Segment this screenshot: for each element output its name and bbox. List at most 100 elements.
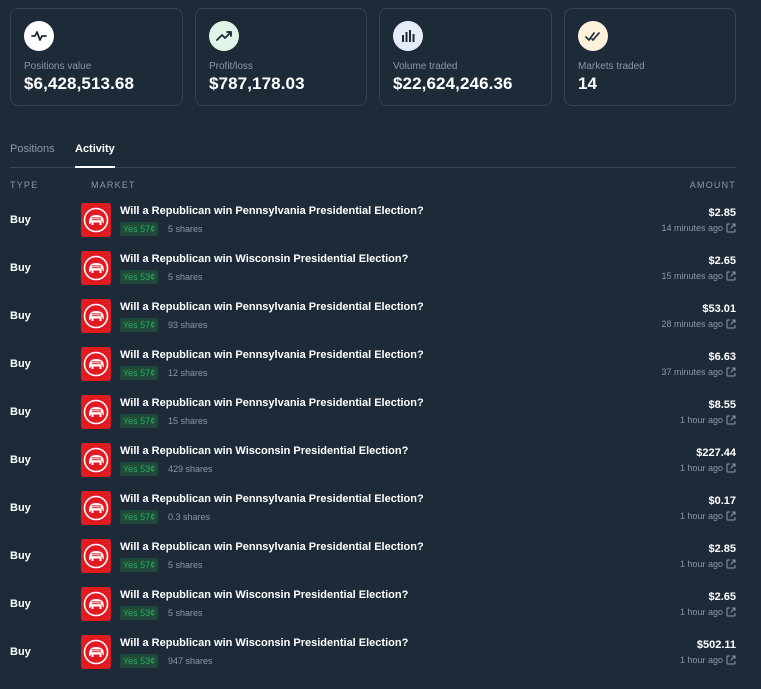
outcome-badge: Yes 57¢ <box>120 318 159 332</box>
outcome-badge: Yes 57¢ <box>120 366 159 380</box>
market-title[interactable]: Will a Republican win Wisconsin Presiden… <box>120 253 408 265</box>
outcome-badge: Yes 57¢ <box>120 414 159 428</box>
outcome-badge: Yes 57¢ <box>120 558 159 572</box>
trade-time[interactable]: 1 hour ago <box>680 655 736 665</box>
external-link-icon[interactable] <box>726 271 736 281</box>
market-title[interactable]: Will a Republican win Pennsylvania Presi… <box>120 205 424 217</box>
trade-time[interactable]: 1 hour ago <box>680 463 736 473</box>
external-link-icon[interactable] <box>726 223 736 233</box>
market-title[interactable]: Will a Republican win Pennsylvania Presi… <box>120 397 424 409</box>
external-link-icon[interactable] <box>726 655 736 665</box>
bar-chart-icon <box>393 21 423 51</box>
republican-elephant-icon[interactable] <box>81 491 111 525</box>
table-row[interactable]: Buy Will a Republican win Pennsylvania P… <box>10 344 736 392</box>
external-link-icon[interactable] <box>726 415 736 425</box>
external-link-icon[interactable] <box>726 319 736 329</box>
market-title[interactable]: Will a Republican win Pennsylvania Presi… <box>120 301 424 313</box>
tab-activity[interactable]: Activity <box>75 143 115 168</box>
stat-label: Profit/loss <box>209 61 253 72</box>
stat-value: $787,178.03 <box>209 74 305 93</box>
time-ago: 1 hour ago <box>679 463 723 473</box>
stats-row: Positions value $6,428,513.68 Profit/los… <box>10 8 736 106</box>
shares-count: 93 shares <box>168 320 208 330</box>
table-row[interactable]: Buy Will a Republican win Pennsylvania P… <box>10 200 736 248</box>
shares-count: 5 shares <box>168 608 203 618</box>
market-title[interactable]: Will a Republican win Pennsylvania Presi… <box>120 541 424 553</box>
stat-card-profit-loss: Profit/loss $787,178.03 <box>195 8 367 106</box>
stat-value: 14 <box>578 74 598 93</box>
time-ago: 1 hour ago <box>679 511 723 521</box>
external-link-icon[interactable] <box>726 559 736 569</box>
time-ago: 14 minutes ago <box>661 223 723 233</box>
trade-time[interactable]: 14 minutes ago <box>661 223 736 233</box>
table-row[interactable]: Buy Will a Republican win Pennsylvania P… <box>10 296 736 344</box>
market-title[interactable]: Will a Republican win Wisconsin Presiden… <box>120 445 408 457</box>
tab-positions[interactable]: Positions <box>10 143 55 155</box>
trade-type: Buy <box>10 214 31 226</box>
trade-type: Buy <box>10 310 31 322</box>
stat-card-positions-value: Positions value $6,428,513.68 <box>10 8 183 106</box>
time-ago: 1 hour ago <box>679 559 723 569</box>
shares-count: 5 shares <box>168 560 203 570</box>
trade-amount: $2.85 <box>708 543 736 555</box>
shares-count: 947 shares <box>168 656 213 666</box>
outcome-badge: Yes 57¢ <box>120 222 159 236</box>
republican-elephant-icon[interactable] <box>81 203 111 237</box>
table-row[interactable]: Buy Will a Republican win Pennsylvania P… <box>10 488 736 536</box>
table-row[interactable]: Buy Will a Republican win Wisconsin Pres… <box>10 584 736 632</box>
table-row[interactable]: Buy Will a Republican win Wisconsin Pres… <box>10 632 736 680</box>
activity-pulse-icon <box>24 21 54 51</box>
time-ago: 15 minutes ago <box>661 271 723 281</box>
shares-count: 5 shares <box>168 224 203 234</box>
table-row[interactable]: Buy Will a Republican win Pennsylvania P… <box>10 392 736 440</box>
trade-time[interactable]: 28 minutes ago <box>661 319 736 329</box>
header-type: TYPE <box>10 180 39 190</box>
republican-elephant-icon[interactable] <box>81 443 111 477</box>
stat-value: $22,624,246.36 <box>393 74 513 93</box>
stat-label: Markets traded <box>578 61 645 72</box>
trade-type: Buy <box>10 454 31 466</box>
shares-count: 0.3 shares <box>168 512 211 522</box>
trade-type: Buy <box>10 550 31 562</box>
republican-elephant-icon[interactable] <box>81 635 111 669</box>
trade-time[interactable]: 1 hour ago <box>680 415 736 425</box>
trade-type: Buy <box>10 646 31 658</box>
time-ago: 1 hour ago <box>679 415 723 425</box>
tab-bar: Positions Activity <box>10 143 736 168</box>
stat-label: Volume traded <box>393 61 458 72</box>
external-link-icon[interactable] <box>726 463 736 473</box>
outcome-badge: Yes 57¢ <box>120 510 159 524</box>
republican-elephant-icon[interactable] <box>81 539 111 573</box>
activity-page: Positions value $6,428,513.68 Profit/los… <box>0 0 761 689</box>
external-link-icon[interactable] <box>726 511 736 521</box>
republican-elephant-icon[interactable] <box>81 347 111 381</box>
outcome-badge: Yes 53¢ <box>120 462 159 476</box>
external-link-icon[interactable] <box>726 607 736 617</box>
republican-elephant-icon[interactable] <box>81 299 111 333</box>
trade-time[interactable]: 37 minutes ago <box>661 367 736 377</box>
market-title[interactable]: Will a Republican win Wisconsin Presiden… <box>120 637 408 649</box>
republican-elephant-icon[interactable] <box>81 251 111 285</box>
trade-amount: $2.65 <box>708 255 736 267</box>
trade-time[interactable]: 1 hour ago <box>680 511 736 521</box>
trending-up-icon <box>209 21 239 51</box>
market-title[interactable]: Will a Republican win Pennsylvania Presi… <box>120 349 424 361</box>
header-market: MARKET <box>91 180 136 190</box>
table-row[interactable]: Buy Will a Republican win Pennsylvania P… <box>10 536 736 584</box>
table-row[interactable]: Buy Will a Republican win Wisconsin Pres… <box>10 248 736 296</box>
external-link-icon[interactable] <box>726 367 736 377</box>
shares-count: 12 shares <box>168 368 208 378</box>
trade-amount: $0.17 <box>708 495 736 507</box>
outcome-badge: Yes 53¢ <box>120 270 159 284</box>
trade-amount: $53.01 <box>702 303 736 315</box>
activity-list: Buy Will a Republican win Pennsylvania P… <box>10 200 736 680</box>
republican-elephant-icon[interactable] <box>81 395 111 429</box>
trade-time[interactable]: 1 hour ago <box>680 607 736 617</box>
market-title[interactable]: Will a Republican win Wisconsin Presiden… <box>120 589 408 601</box>
trade-time[interactable]: 1 hour ago <box>680 559 736 569</box>
table-row[interactable]: Buy Will a Republican win Wisconsin Pres… <box>10 440 736 488</box>
stat-value: $6,428,513.68 <box>24 74 135 93</box>
republican-elephant-icon[interactable] <box>81 587 111 621</box>
trade-time[interactable]: 15 minutes ago <box>661 271 736 281</box>
market-title[interactable]: Will a Republican win Pennsylvania Presi… <box>120 493 424 505</box>
